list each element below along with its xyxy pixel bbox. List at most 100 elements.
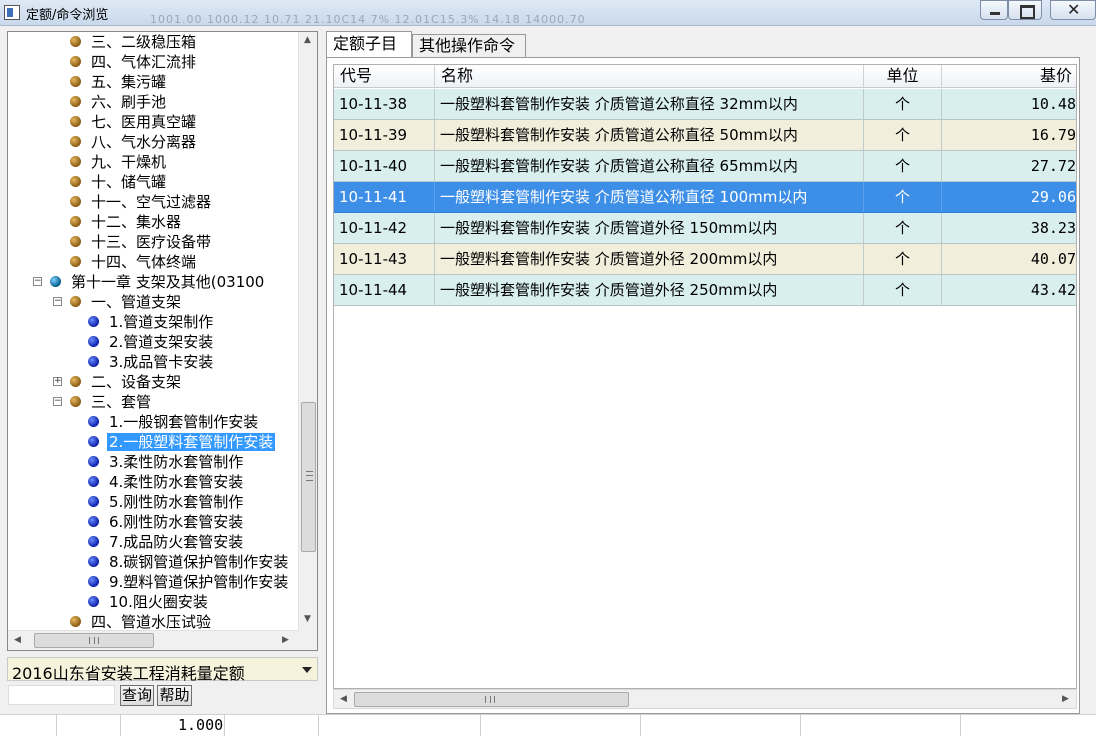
tree-item[interactable]: 四、气体汇流排 [70,52,198,72]
tree-item[interactable]: + 二、设备支架 [53,372,183,392]
cell-price: 43.42 [1030,281,1076,299]
tree-item[interactable]: − 一、管道支架 [53,292,183,312]
quota-items-grid[interactable]: 代号 名称 单位 基价 10-11-38 一般塑料套管制作安装 介质管道公称直径 … [333,64,1077,689]
tree-item-label: 2.一般塑料套管制作安装 [107,433,276,451]
chevron-down-icon[interactable] [297,658,317,680]
help-button[interactable]: 帮助 [157,685,192,706]
tree-item[interactable]: 九、干燥机 [70,152,168,172]
quota-library-select[interactable]: 2016山东省安装工程消耗量定额 [7,657,318,683]
table-row[interactable]: 10-11-44 一般塑料套管制作安装 介质管道外径 250mm以内个 43.42 [334,275,1076,306]
cell-price: 16.79 [1030,126,1076,144]
table-row[interactable]: 10-11-39 一般塑料套管制作安装 介质管道公称直径 50mm以内个 16.79 [334,120,1076,151]
tree-item[interactable]: 十四、气体终端 [70,252,198,272]
tree-item[interactable]: 2.一般塑料套管制作安装 [88,432,276,452]
expand-icon[interactable]: + [53,377,62,386]
tree-item[interactable]: 3.成品管卡安装 [88,352,215,372]
tree-item[interactable]: 8.碳钢管道保护管制作安装 [88,552,290,572]
tree-item[interactable]: 八、气水分离器 [70,132,198,152]
scroll-left-icon[interactable]: ◀ [340,694,347,704]
collapse-icon[interactable]: − [33,277,42,286]
tree-item-label: 3.成品管卡安装 [109,353,214,371]
tree-vscroll-thumb[interactable] [301,402,316,552]
tree-item[interactable]: 10.阻火圈安装 [88,592,210,612]
grid-hscroll-thumb[interactable] [354,692,629,707]
ball-icon [88,496,99,507]
tree-item-label: 6.刚性防水套管安装 [109,513,244,531]
tree-item[interactable]: 七、医用真空罐 [70,112,198,132]
query-button[interactable]: 查询 [120,685,154,706]
tree-item[interactable]: 1.一般钢套管制作安装 [88,412,260,432]
quota-tree[interactable]: 三、二级稳压箱 四、气体汇流排 五、集污罐 六、刷手池 七、医用真空罐 八、气水分离器 九、… [8,32,298,630]
tree-item[interactable]: − 第十一章 支架及其他(03100 [33,272,266,292]
cell-unit: 个 [864,244,942,274]
collapse-icon[interactable]: − [53,297,62,306]
scroll-left-icon[interactable]: ◀ [14,635,21,645]
grid-horizontal-scrollbar[interactable]: ◀ ▶ [333,689,1077,709]
tree-item-label: 十二、集水器 [91,213,182,231]
search-input[interactable] [8,685,115,705]
tree-item[interactable]: 5.刚性防水套管制作 [88,492,245,512]
column-header-name[interactable]: 名称 [435,65,864,88]
tree-item[interactable]: 2.管道支架安装 [88,332,215,352]
tree-item[interactable]: − 三、套管 [53,392,153,412]
table-row[interactable]: 10-11-41 一般塑料套管制作安装 介质管道公称直径 100mm以内个 29.0… [334,182,1076,213]
quota-tree-panel: 三、二级稳压箱 四、气体汇流排 五、集污罐 六、刷手池 七、医用真空罐 八、气水分离器 九、… [7,31,318,651]
ball-icon [70,396,81,407]
tree-item-label: 5.刚性防水套管制作 [109,493,244,511]
column-header-code[interactable]: 代号 [334,65,435,88]
cell-code: 10-11-41 [334,182,435,212]
tree-item[interactable]: 十、储气罐 [70,172,168,192]
tree-item[interactable]: 7.成品防火套管安装 [88,532,245,552]
cell-code: 10-11-39 [334,120,435,150]
tree-item-label: 六、刷手池 [91,93,167,111]
collapse-icon[interactable]: − [53,397,62,406]
table-row[interactable]: 10-11-38 一般塑料套管制作安装 介质管道公称直径 32mm以内个 10.48 [334,89,1076,120]
close-button[interactable]: ✕ [1050,0,1096,20]
ball-icon [88,556,99,567]
scroll-up-icon[interactable]: ▲ [304,35,311,45]
cell-code: 10-11-44 [334,275,435,305]
background-cell-value: 1.000 [178,716,224,734]
tree-item[interactable]: 9.塑料管道保护管制作安装 [88,572,290,592]
scroll-right-icon[interactable]: ▶ [282,635,289,645]
minimize-button[interactable] [980,0,1008,20]
column-header-price[interactable]: 基价 [942,65,1076,88]
ball-icon [88,316,99,327]
tab-quota-items[interactable]: 定额子目 [326,31,412,58]
maximize-button[interactable] [1008,0,1042,20]
tab-other-commands[interactable]: 其他操作命令 [412,34,526,57]
tree-item[interactable]: 四、管道水压试验 [70,612,213,630]
scroll-right-icon[interactable]: ▶ [1062,694,1069,704]
cell-unit: 个 [864,120,942,150]
tree-item-label: 十三、医疗设备带 [91,233,212,251]
tree-item[interactable]: 6.刚性防水套管安装 [88,512,245,532]
tree-item[interactable]: 六、刷手池 [70,92,168,112]
ball-icon [88,576,99,587]
title-bar: 定额/命令浏览 1001.00 1000.12 10.71 21.10C14 7… [0,0,1096,26]
tree-horizontal-scrollbar[interactable]: ◀ ▶ [8,630,298,650]
cell-code: 10-11-38 [334,89,435,119]
ball-icon [88,436,99,447]
table-row[interactable]: 10-11-40 一般塑料套管制作安装 介质管道公称直径 65mm以内个 27.72 [334,151,1076,182]
table-row[interactable]: 10-11-42 一般塑料套管制作安装 介质管道外径 150mm以内个 38.23 [334,213,1076,244]
table-row[interactable]: 10-11-43 一般塑料套管制作安装 介质管道外径 200mm以内个 40.07 [334,244,1076,275]
ball-icon [70,136,81,147]
tree-item[interactable]: 4.柔性防水套管安装 [88,472,245,492]
column-header-unit[interactable]: 单位 [864,65,942,88]
cell-name: 一般塑料套管制作安装 介质管道公称直径 50mm以内 [435,120,864,150]
tree-item-label: 4.柔性防水套管安装 [109,473,244,491]
tree-item[interactable]: 3.柔性防水套管制作 [88,452,245,472]
cell-unit: 个 [864,89,942,119]
tree-item[interactable]: 1.管道支架制作 [88,312,215,332]
tree-item[interactable]: 五、集污罐 [70,72,168,92]
ball-icon [70,56,81,67]
tree-hscroll-thumb[interactable] [34,633,154,648]
scroll-down-icon[interactable]: ▼ [304,614,311,624]
tree-item[interactable]: 十一、空气过滤器 [70,192,213,212]
tree-item[interactable]: 十三、医疗设备带 [70,232,213,252]
tree-item[interactable]: 十二、集水器 [70,212,183,232]
tree-vertical-scrollbar[interactable]: ▲ ▼ [298,32,317,630]
ball-icon [70,256,81,267]
tree-item[interactable]: 三、二级稳压箱 [70,32,198,52]
cell-name: 一般塑料套管制作安装 介质管道外径 250mm以内 [435,275,864,305]
